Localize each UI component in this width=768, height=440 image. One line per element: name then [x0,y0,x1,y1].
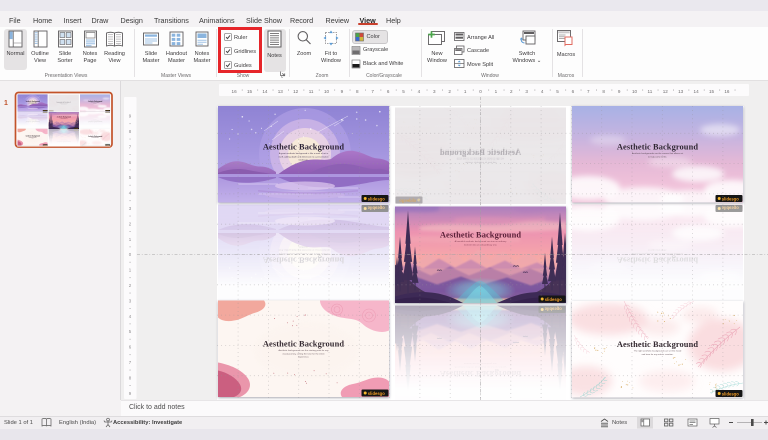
svg-text:16: 16 [724,89,730,94]
svg-text:4: 4 [418,89,421,94]
svg-text:14: 14 [262,89,268,94]
svg-text:14: 14 [694,89,700,94]
svg-text:15: 15 [709,89,715,94]
svg-text:8: 8 [356,89,359,94]
svg-text:2: 2 [510,89,513,94]
svg-text:13: 13 [678,89,684,94]
svg-text:4: 4 [541,89,544,94]
svg-text:1: 1 [464,89,467,94]
svg-text:7: 7 [371,89,374,94]
svg-text:3: 3 [525,89,528,94]
svg-text:1: 1 [4,100,8,107]
svg-text:3: 3 [433,89,436,94]
svg-text:16: 16 [232,89,238,94]
svg-text:2: 2 [448,89,451,94]
svg-text:15: 15 [247,89,253,94]
svg-text:11: 11 [309,89,314,94]
svg-text:9: 9 [341,89,344,94]
svg-text:10: 10 [632,89,638,94]
svg-text:13: 13 [278,89,284,94]
svg-text:7: 7 [587,89,590,94]
svg-text:11: 11 [648,89,653,94]
svg-text:1: 1 [495,89,498,94]
svg-text:6: 6 [572,89,575,94]
svg-text:9: 9 [618,89,621,94]
svg-text:10: 10 [324,89,330,94]
svg-text:12: 12 [293,89,299,94]
svg-text:5: 5 [556,89,559,94]
svg-text:0: 0 [479,89,482,94]
svg-text:6: 6 [387,89,390,94]
svg-text:8: 8 [602,89,605,94]
svg-text:12: 12 [663,89,669,94]
svg-text:5: 5 [402,89,405,94]
